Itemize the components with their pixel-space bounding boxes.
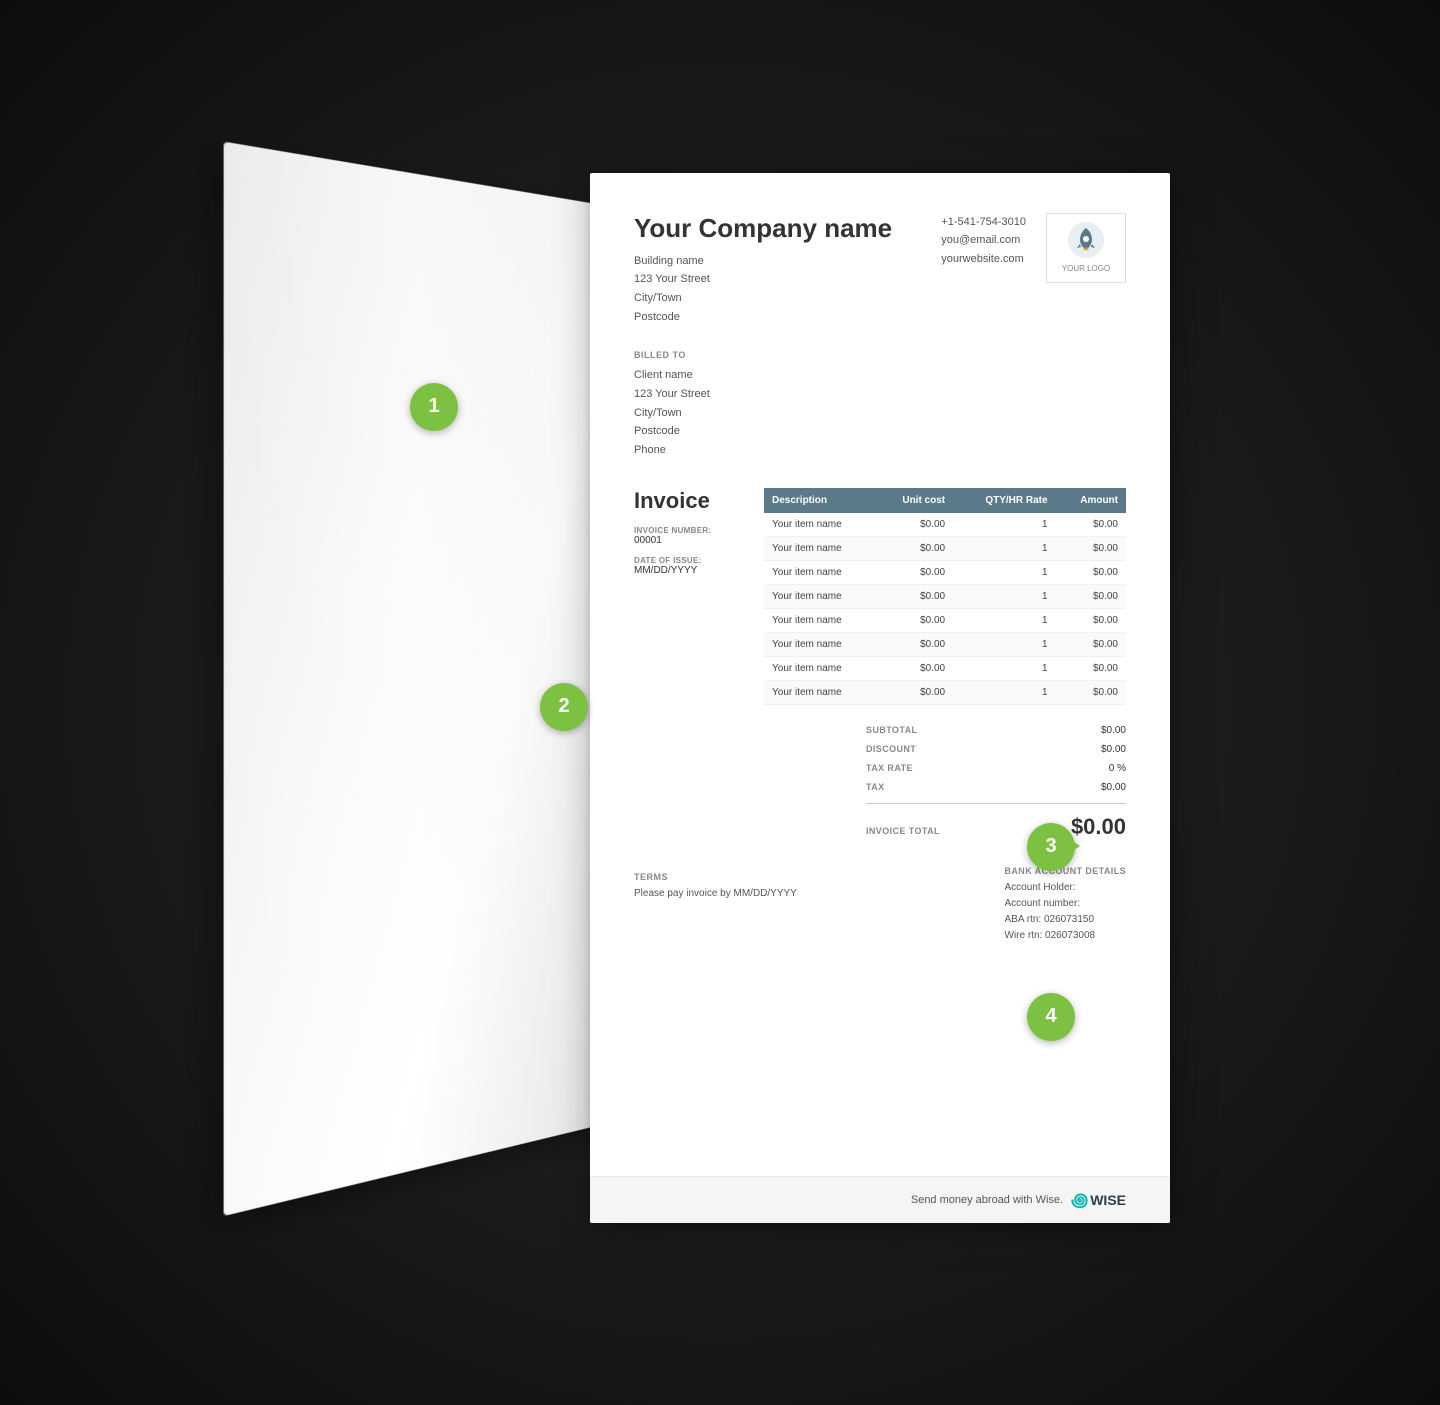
- logo-box: YOUR LOGO: [1046, 213, 1126, 283]
- table-row: Your item name $0.00 1 $0.00: [764, 680, 1126, 704]
- invoice-left: Invoice INVOICE NUMBER: 00001 DATE OF IS…: [634, 488, 744, 705]
- table-header-row: Description Unit cost QTY/HR Rate Amount: [764, 488, 1126, 513]
- invoice-header: Your Company name Building name 123 Your…: [634, 213, 1126, 327]
- items-table: Description Unit cost QTY/HR Rate Amount…: [764, 488, 1126, 705]
- item-unit-cost: $0.00: [876, 560, 953, 584]
- item-description: Your item name: [764, 632, 876, 656]
- billed-to-section: BILLED TO Client name 123 Your Street Ci…: [634, 350, 1126, 459]
- totals-divider: [866, 803, 1126, 804]
- item-amount: $0.00: [1056, 536, 1126, 560]
- wise-symbol: ꩜: [1071, 1187, 1088, 1213]
- col-amount: Amount: [1056, 488, 1126, 513]
- item-amount: $0.00: [1056, 560, 1126, 584]
- item-amount: $0.00: [1056, 632, 1126, 656]
- company-contact: +1-541-754-3010 you@email.com yourwebsit…: [941, 213, 1026, 283]
- invoice-table: Description Unit cost QTY/HR Rate Amount…: [764, 488, 1126, 705]
- item-qty: 1: [953, 608, 1055, 632]
- item-description: Your item name: [764, 656, 876, 680]
- billed-to-label: BILLED TO: [634, 350, 1126, 360]
- subtotal-row: SUBTOTAL $0.00: [866, 721, 1126, 740]
- item-unit-cost: $0.00: [876, 584, 953, 608]
- item-unit-cost: $0.00: [876, 680, 953, 704]
- item-qty: 1: [953, 680, 1055, 704]
- scene-container: 1 2 3 4 Your Company name Building name …: [270, 153, 1170, 1253]
- badge-4: 4: [1027, 993, 1075, 1041]
- item-description: Your item name: [764, 608, 876, 632]
- rocket-icon: [1068, 222, 1104, 258]
- footer-text: Send money abroad with Wise.: [911, 1194, 1063, 1206]
- col-description: Description: [764, 488, 876, 513]
- item-description: Your item name: [764, 680, 876, 704]
- table-row: Your item name $0.00 1 $0.00: [764, 536, 1126, 560]
- discount-row: DIsCoUnT $0.00: [866, 740, 1126, 759]
- col-qty: QTY/HR Rate: [953, 488, 1055, 513]
- company-contact-logo: +1-541-754-3010 you@email.com yourwebsit…: [941, 213, 1126, 283]
- item-qty: 1: [953, 584, 1055, 608]
- invoice-paper: Your Company name Building name 123 Your…: [590, 173, 1170, 1223]
- totals-table: SUBTOTAL $0.00 DIsCoUnT $0.00 TAX RATE 0…: [866, 721, 1126, 844]
- tax-row: TAX $0.00: [866, 778, 1126, 797]
- bank-details: Account Holder: Account number: ABA rtn:…: [1005, 880, 1127, 944]
- paper-fold: [224, 141, 650, 1216]
- invoice-number: INVOICE NUMBER: 00001: [634, 526, 744, 546]
- item-unit-cost: $0.00: [876, 656, 953, 680]
- item-qty: 1: [953, 656, 1055, 680]
- invoice-date: DATE OF ISSUE: MM/DD/YYYY: [634, 556, 744, 576]
- invoice-main: Invoice INVOICE NUMBER: 00001 DATE OF IS…: [634, 488, 1126, 705]
- item-unit-cost: $0.00: [876, 632, 953, 656]
- item-qty: 1: [953, 536, 1055, 560]
- table-row: Your item name $0.00 1 $0.00: [764, 513, 1126, 537]
- badge-2: 2: [540, 683, 588, 731]
- item-amount: $0.00: [1056, 680, 1126, 704]
- item-qty: 1: [953, 632, 1055, 656]
- table-row: Your item name $0.00 1 $0.00: [764, 560, 1126, 584]
- item-unit-cost: $0.00: [876, 608, 953, 632]
- company-address: Building name 123 Your Street City/Town …: [634, 252, 892, 327]
- item-amount: $0.00: [1056, 608, 1126, 632]
- item-qty: 1: [953, 560, 1055, 584]
- item-unit-cost: $0.00: [876, 513, 953, 537]
- item-amount: $0.00: [1056, 656, 1126, 680]
- bank-section: BANK ACCOUNT DETAILS Account Holder: Acc…: [1005, 866, 1127, 944]
- invoice-total-row: INVOICE TOTAL $0.00: [866, 810, 1126, 844]
- item-qty: 1: [953, 513, 1055, 537]
- company-name: Your Company name: [634, 213, 892, 244]
- table-row: Your item name $0.00 1 $0.00: [764, 584, 1126, 608]
- item-amount: $0.00: [1056, 584, 1126, 608]
- footer-bar: Send money abroad with Wise. ꩜ WISE: [590, 1176, 1170, 1223]
- item-description: Your item name: [764, 513, 876, 537]
- item-description: Your item name: [764, 560, 876, 584]
- col-unit-cost: Unit cost: [876, 488, 953, 513]
- table-row: Your item name $0.00 1 $0.00: [764, 632, 1126, 656]
- item-amount: $0.00: [1056, 513, 1126, 537]
- client-info: Client name 123 Your Street City/Town Po…: [634, 366, 1126, 459]
- badge-1: 1: [410, 383, 458, 431]
- item-description: Your item name: [764, 536, 876, 560]
- tax-rate-row: TAX RATE 0 %: [866, 759, 1126, 778]
- item-description: Your item name: [764, 584, 876, 608]
- invoice-title: Invoice: [634, 488, 744, 514]
- terms-section: TERMS Please pay invoice by MM/DD/YYYY: [634, 872, 797, 944]
- badge-3-arrow: [1062, 834, 1080, 858]
- table-row: Your item name $0.00 1 $0.00: [764, 656, 1126, 680]
- wise-logo: ꩜ WISE: [1071, 1187, 1126, 1213]
- item-unit-cost: $0.00: [876, 536, 953, 560]
- company-info: Your Company name Building name 123 Your…: [634, 213, 892, 327]
- table-row: Your item name $0.00 1 $0.00: [764, 608, 1126, 632]
